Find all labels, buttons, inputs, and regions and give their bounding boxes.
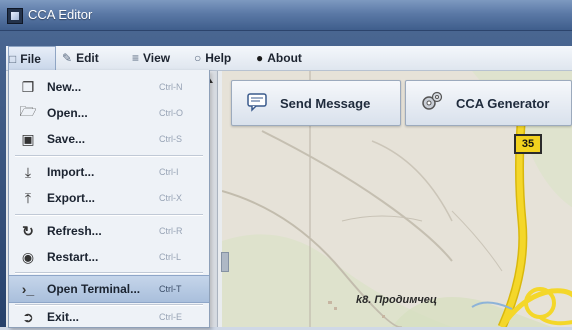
menu-separator	[15, 272, 203, 274]
menu-item-label: Open...	[47, 106, 88, 120]
menu-item-label: Exit...	[47, 310, 80, 324]
cca-generator-label: CCA Generator	[456, 95, 550, 111]
menu-item-shortcut: Ctrl-R	[159, 226, 183, 236]
menu-help[interactable]: ○ Help	[194, 46, 231, 70]
menu-item-open[interactable]: 🗁 Open... Ctrl-O	[9, 100, 209, 126]
menu-edit[interactable]: ✎ Edit	[62, 46, 99, 70]
menu-item-shortcut: Ctrl-N	[159, 82, 183, 92]
help-icon: ○	[194, 51, 202, 65]
new-icon: ❐	[21, 78, 35, 95]
menu-item-restart[interactable]: ◉ Restart... Ctrl-L	[9, 244, 209, 270]
menu-file-label: File	[20, 51, 41, 66]
file-icon: □	[9, 51, 17, 66]
send-message-button[interactable]: Send Message	[231, 80, 401, 126]
split-handle[interactable]	[221, 252, 229, 272]
view-icon: ≡	[132, 51, 140, 65]
about-icon: ●	[256, 51, 264, 65]
map-place-label: k8. Продимчец	[356, 294, 437, 306]
menu-item-shortcut: Ctrl-X	[159, 193, 182, 203]
menu-edit-label: Edit	[76, 51, 99, 65]
road-number-badge: 35	[514, 134, 542, 154]
menu-bar: □ File ✎ Edit ≡ View ○ Help ● About	[6, 46, 572, 71]
gears-icon	[420, 91, 444, 116]
menu-item-export[interactable]: ⤒ Export... Ctrl-X	[9, 185, 209, 211]
menu-separator	[15, 214, 203, 216]
send-message-label: Send Message	[280, 95, 371, 111]
menu-view[interactable]: ≡ View	[132, 46, 170, 70]
window-title: CCA Editor	[28, 7, 93, 22]
menu-item-label: Import...	[47, 165, 95, 179]
menu-item-exit[interactable]: ➲ Exit... Ctrl-E	[9, 304, 209, 330]
menu-item-open-terminal[interactable]: ›_ Open Terminal... Ctrl-T	[9, 275, 209, 303]
message-icon	[246, 92, 268, 115]
menu-item-refresh[interactable]: ↻ Refresh... Ctrl-R	[9, 218, 209, 244]
exit-icon: ➲	[22, 308, 34, 325]
edit-icon: ✎	[62, 51, 73, 65]
refresh-icon: ↻	[22, 222, 34, 239]
menu-item-label: Restart...	[47, 250, 99, 264]
file-menu-dropdown: ❐ New... Ctrl-N 🗁 Open... Ctrl-O ▣ Save.…	[8, 70, 210, 328]
menu-item-shortcut: Ctrl-O	[159, 108, 183, 118]
open-icon: 🗁	[19, 103, 37, 119]
title-bar[interactable]: CCA Editor	[0, 0, 572, 31]
menu-item-shortcut: Ctrl-E	[159, 312, 182, 322]
export-icon: ⤒	[24, 189, 32, 206]
menu-file[interactable]: □ File	[8, 46, 56, 70]
menu-item-shortcut: Ctrl-L	[159, 252, 181, 262]
menu-item-shortcut: Ctrl-T	[159, 284, 182, 294]
menu-item-label: New...	[47, 80, 82, 94]
menu-item-save[interactable]: ▣ Save... Ctrl-S	[9, 126, 209, 152]
menu-separator	[15, 155, 203, 157]
save-icon: ▣	[21, 130, 35, 147]
restart-icon: ◉	[21, 248, 35, 265]
menu-item-shortcut: Ctrl-I	[159, 167, 179, 177]
menu-item-label: Save...	[47, 132, 86, 146]
menu-about[interactable]: ● About	[256, 46, 302, 70]
menu-item-label: Refresh...	[47, 224, 102, 238]
cca-generator-button[interactable]: CCA Generator	[405, 80, 572, 126]
menu-about-label: About	[267, 51, 302, 65]
terminal-icon: ›_	[21, 281, 35, 297]
menu-help-label: Help	[205, 51, 232, 65]
menu-item-label: Open Terminal...	[47, 282, 141, 296]
menu-item-import[interactable]: ⤓ Import... Ctrl-I	[9, 159, 209, 185]
menu-item-shortcut: Ctrl-S	[159, 134, 182, 144]
import-icon: ⤓	[24, 163, 32, 180]
menu-item-label: Export...	[47, 191, 96, 205]
menu-view-label: View	[143, 51, 171, 65]
menu-item-new[interactable]: ❐ New... Ctrl-N	[9, 74, 209, 100]
app-icon	[7, 8, 23, 24]
